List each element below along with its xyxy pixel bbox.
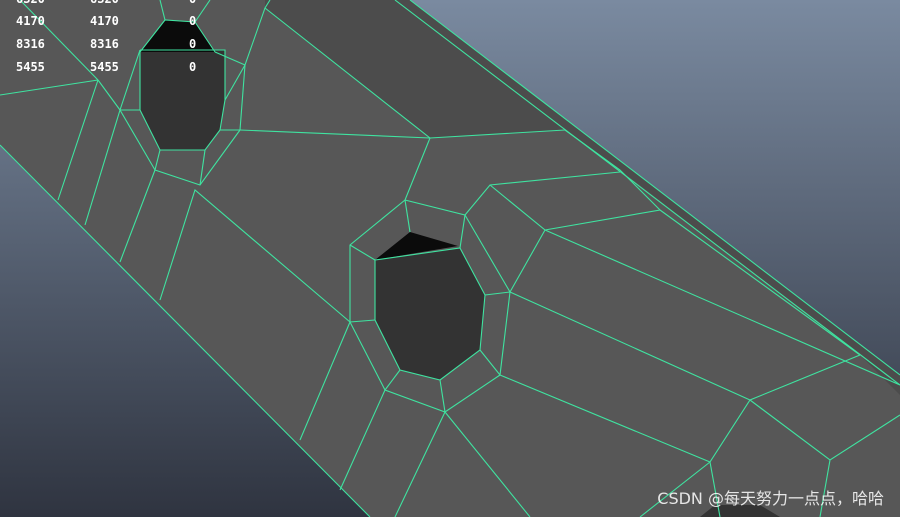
hud-row-verts: 6320 6320 0	[0, 0, 230, 8]
hud-row-tris: 5455 5455 0	[0, 60, 230, 76]
hud-value: 6320	[16, 0, 45, 6]
hud-value: 8316	[16, 37, 45, 51]
hud-value: 0	[189, 14, 197, 28]
hud-row-edges: 4170 4170 0	[0, 14, 230, 30]
hud-value: 6320	[90, 0, 119, 6]
hud-value: 5455	[16, 60, 45, 74]
hud-value: 8316	[90, 37, 119, 51]
hud-value: 0	[189, 37, 197, 51]
hud-value: 4170	[16, 14, 45, 28]
hud-value: 0	[189, 60, 197, 74]
hud-row-faces: 8316 8316 0	[0, 37, 230, 53]
hud-value: 5455	[90, 60, 119, 74]
watermark: CSDN @每天努力一点点，哈哈	[657, 489, 884, 508]
poly-count-hud: 6320 6320 0 4170 4170 0 8316 8316 0 5455…	[0, 0, 230, 80]
hud-value: 4170	[90, 14, 119, 28]
hud-value: 0	[189, 0, 196, 6]
